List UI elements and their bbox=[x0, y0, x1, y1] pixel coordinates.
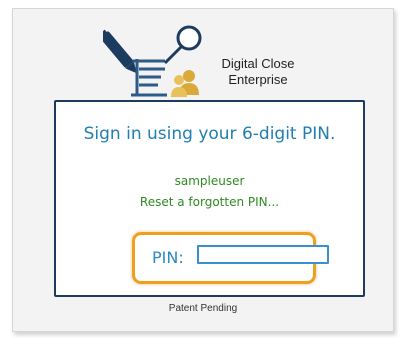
reset-pin-link[interactable]: Reset a forgotten PIN... bbox=[56, 195, 363, 209]
signin-heading: Sign in using your 6-digit PIN. bbox=[83, 124, 336, 144]
users-icon bbox=[171, 70, 199, 97]
patent-pending-text: Patent Pending bbox=[168, 303, 238, 314]
brand-line-1: Digital Close bbox=[221, 56, 295, 71]
pen-document-logo-icon bbox=[103, 25, 202, 97]
username-text: sampleuser bbox=[174, 174, 245, 188]
login-page: Digital Close Enterprise Sign in using y… bbox=[12, 8, 394, 332]
pin-input[interactable] bbox=[197, 245, 329, 264]
magnifier-icon bbox=[163, 25, 202, 65]
brand-line-2: Enterprise bbox=[228, 72, 288, 87]
pin-field-highlight: PIN: bbox=[132, 232, 329, 284]
brand-name: Digital Close Enterprise bbox=[208, 56, 308, 88]
document-lines bbox=[131, 59, 167, 97]
signin-card: Sign in using your 6-digit PIN. sampleus… bbox=[54, 100, 365, 297]
pin-label: PIN: bbox=[152, 248, 184, 267]
